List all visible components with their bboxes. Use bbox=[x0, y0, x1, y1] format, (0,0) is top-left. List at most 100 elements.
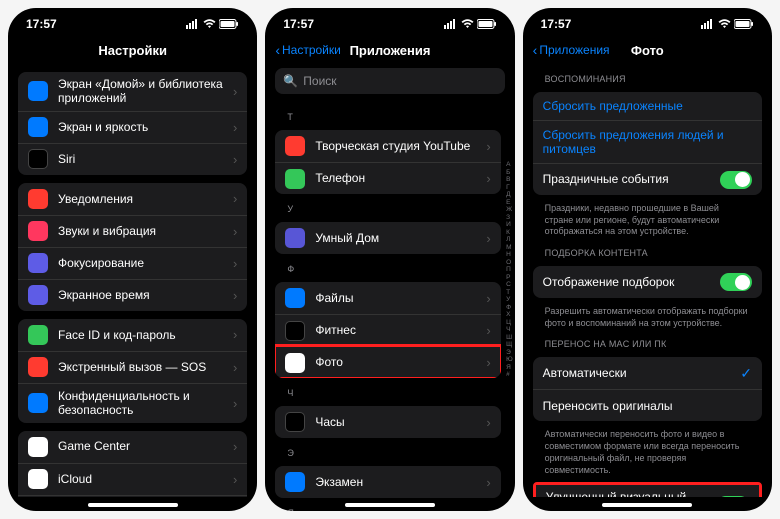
index-letter[interactable]: С bbox=[506, 282, 513, 289]
exam-icon bbox=[285, 472, 305, 492]
content-area[interactable]: Экран «Домой» и библиотека приложений›Эк… bbox=[8, 64, 257, 497]
chevron-right-icon: › bbox=[233, 191, 237, 206]
list-row[interactable]: Экстренный вызов — SOS› bbox=[18, 351, 247, 383]
settings-screen: 17:57 Настройки Экран «Домой» и библиоте… bbox=[8, 8, 257, 511]
list-row[interactable]: Фитнес› bbox=[275, 314, 500, 346]
settings-group: Game Center›iCloud›Wallet и Apple Pay› bbox=[18, 431, 247, 497]
list-row[interactable]: Siri› bbox=[18, 143, 247, 175]
sos-icon bbox=[28, 357, 48, 377]
list-row[interactable]: Файлы› bbox=[275, 282, 500, 314]
list-row[interactable]: Game Center› bbox=[18, 431, 247, 463]
visual-search-group: Улучшенный визуальный поиск bbox=[536, 485, 759, 497]
index-letter[interactable]: Ч bbox=[506, 327, 513, 334]
nav-header: ‹ Настройки Приложения bbox=[265, 36, 514, 64]
visual-search-toggle-row: Улучшенный визуальный поиск bbox=[536, 485, 759, 497]
search-icon: 🔍 bbox=[283, 74, 298, 88]
chevron-right-icon: › bbox=[486, 139, 490, 154]
photos-settings-screen: 17:57 ‹ Приложения Фото ВОСПОМИНАНИЯ Сбр… bbox=[523, 8, 772, 511]
index-letter[interactable]: Н bbox=[506, 252, 513, 259]
reset-people-button[interactable]: Сбросить предложения людей и питомцев bbox=[533, 120, 762, 163]
chevron-right-icon: › bbox=[233, 84, 237, 99]
chevron-right-icon: › bbox=[233, 152, 237, 167]
index-letter[interactable]: Ж bbox=[506, 207, 513, 214]
search-input[interactable]: 🔍 Поиск bbox=[275, 68, 504, 94]
chevron-left-icon: ‹ bbox=[275, 42, 280, 58]
index-letter[interactable]: # bbox=[506, 372, 513, 379]
chevron-right-icon: › bbox=[486, 475, 490, 490]
index-letter[interactable]: Щ bbox=[506, 342, 513, 349]
wifi-icon bbox=[203, 19, 216, 29]
toggle-label: Отображение подборок bbox=[543, 275, 720, 289]
status-icons bbox=[701, 19, 754, 29]
alpha-section-header: Ч bbox=[287, 388, 500, 398]
index-letter[interactable]: А bbox=[506, 162, 513, 169]
list-row[interactable]: Умный Дом› bbox=[275, 222, 500, 254]
reset-suggested-button[interactable]: Сбросить предложенные bbox=[533, 92, 762, 120]
gamecenter-icon bbox=[28, 437, 48, 457]
nav-header: Настройки bbox=[8, 36, 257, 64]
back-button[interactable]: ‹ Настройки bbox=[275, 42, 341, 58]
transfer-auto-option[interactable]: Автоматически ✓ bbox=[533, 357, 762, 389]
index-letter[interactable]: У bbox=[506, 297, 513, 304]
list-row[interactable]: Экранное время› bbox=[18, 279, 247, 311]
nav-title: Приложения bbox=[350, 43, 431, 58]
list-row[interactable]: iCloud› bbox=[18, 463, 247, 495]
toggle-label: Праздничные события bbox=[543, 172, 720, 186]
alpha-section-header: У bbox=[287, 204, 500, 214]
list-row[interactable]: Фокусирование› bbox=[18, 247, 247, 279]
show-featured-toggle[interactable] bbox=[720, 273, 752, 291]
memories-footer: Праздники, недавно прошедшие в Вашей стр… bbox=[545, 203, 750, 238]
list-row[interactable]: Часы› bbox=[275, 406, 500, 438]
index-letter[interactable]: Л bbox=[506, 237, 513, 244]
settings-group: Face ID и код-пароль›Экстренный вызов — … bbox=[18, 319, 247, 423]
row-label: Экзамен bbox=[315, 475, 486, 489]
toggle-label: Улучшенный визуальный поиск bbox=[546, 490, 717, 497]
list-row[interactable]: Экзамен› bbox=[275, 466, 500, 498]
bell-icon bbox=[28, 189, 48, 209]
transfer-header: ПЕРЕНОС НА MAC ИЛИ ПК bbox=[545, 339, 762, 349]
chevron-right-icon: › bbox=[233, 256, 237, 271]
home-indicator[interactable] bbox=[602, 503, 692, 507]
back-button[interactable]: ‹ Приложения bbox=[533, 42, 610, 58]
status-bar: 17:57 bbox=[265, 8, 514, 36]
chevron-right-icon: › bbox=[233, 224, 237, 239]
nav-title: Настройки bbox=[98, 43, 167, 58]
list-row[interactable]: Wallet и Apple Pay› bbox=[18, 495, 247, 497]
list-row[interactable]: Творческая студия YouTube› bbox=[275, 130, 500, 162]
index-letter[interactable]: В bbox=[506, 177, 513, 184]
chevron-right-icon: › bbox=[486, 171, 490, 186]
list-row[interactable]: Уведомления› bbox=[18, 183, 247, 215]
list-row[interactable]: Face ID и код-пароль› bbox=[18, 319, 247, 351]
signal-icon bbox=[444, 19, 458, 29]
index-letter[interactable]: П bbox=[506, 267, 513, 274]
index-letter[interactable]: Д bbox=[506, 192, 513, 199]
index-letter[interactable]: И bbox=[506, 222, 513, 229]
row-label: Экран «Домой» и библиотека приложений bbox=[58, 77, 233, 106]
list-row[interactable]: Экран и яркость› bbox=[18, 111, 247, 143]
moon-icon bbox=[28, 253, 48, 273]
index-letter[interactable]: Ю bbox=[506, 357, 513, 364]
files-icon bbox=[285, 288, 305, 308]
list-row[interactable]: Телефон› bbox=[275, 162, 500, 194]
home-indicator[interactable] bbox=[88, 503, 178, 507]
home-indicator[interactable] bbox=[345, 503, 435, 507]
chevron-right-icon: › bbox=[233, 327, 237, 342]
fitness-icon bbox=[285, 321, 305, 341]
youtube-icon bbox=[285, 136, 305, 156]
content-area[interactable]: ТТворческая студия YouTube›Телефон›УУмны… bbox=[265, 102, 514, 511]
alphabet-index[interactable]: АБВГДЕЖЗИКЛМНОПРСТУФХЦЧШЩЭЮЯ# bbox=[506, 162, 513, 379]
memories-group: Сбросить предложенные Сбросить предложен… bbox=[533, 92, 762, 195]
content-area[interactable]: ВОСПОМИНАНИЯ Сбросить предложенные Сброс… bbox=[523, 64, 772, 497]
transfer-originals-option[interactable]: Переносить оригиналы bbox=[533, 389, 762, 421]
list-row[interactable]: Фото› bbox=[275, 346, 500, 378]
battery-icon bbox=[219, 19, 239, 29]
status-icons bbox=[444, 19, 497, 29]
list-row[interactable]: Экран «Домой» и библиотека приложений› bbox=[18, 72, 247, 111]
holiday-events-toggle[interactable] bbox=[720, 171, 752, 189]
list-row[interactable]: Звуки и вибрация› bbox=[18, 215, 247, 247]
transfer-group: Автоматически ✓ Переносить оригиналы bbox=[533, 357, 762, 421]
visual-search-toggle[interactable] bbox=[717, 496, 749, 497]
index-letter[interactable]: Х bbox=[506, 312, 513, 319]
list-row[interactable]: Конфиденциальность и безопасность› bbox=[18, 383, 247, 423]
chevron-right-icon: › bbox=[233, 120, 237, 135]
